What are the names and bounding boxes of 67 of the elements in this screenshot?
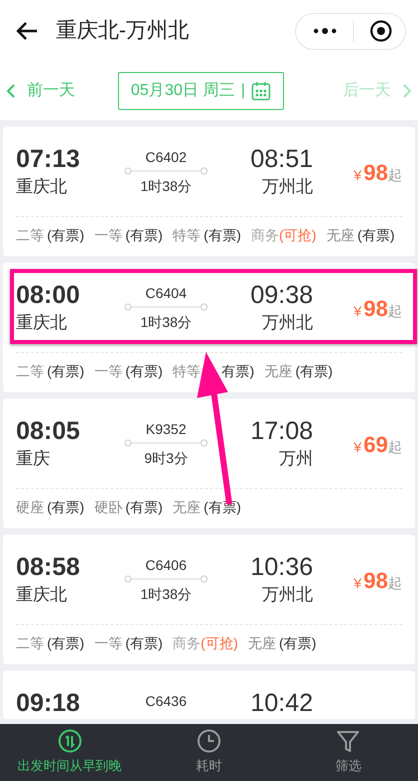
- train-card[interactable]: 08:58 重庆北 C6406 1时38分 10:36 万州北 ¥98起 二等 (有票) 一等 (有票) 商务(可抢) 无座 (有票): [3, 535, 415, 664]
- ticket-price: ¥98起: [354, 159, 402, 184]
- route-line-icon: [124, 575, 208, 583]
- arrival-time: 09:38: [250, 280, 313, 310]
- route-line-icon: [124, 303, 208, 311]
- seat-availability: 特等 (有票): [172, 226, 241, 245]
- sort-tab[interactable]: 耗时: [139, 724, 279, 781]
- departure-time: 08:05: [16, 416, 81, 446]
- route-line-icon: [124, 439, 208, 447]
- departure-time: 07:13: [16, 144, 81, 174]
- arrival-station: 万州北: [262, 176, 313, 198]
- arrival-time: 10:36: [250, 552, 313, 582]
- arrival-time: 10:42: [250, 688, 313, 718]
- back-arrow-icon[interactable]: [16, 21, 38, 41]
- seat-availability: 无座 (有票): [326, 226, 395, 245]
- trip-duration: 1时38分: [140, 585, 192, 604]
- departure-station: 重庆北: [16, 312, 68, 334]
- clock-icon: [196, 729, 221, 754]
- seat-availability: 无座 (有票): [248, 634, 316, 653]
- train-number: C6402: [145, 148, 187, 167]
- departure-station: 重庆北: [16, 176, 68, 198]
- departure-station: 重庆: [16, 448, 51, 470]
- chevron-left-icon: [6, 84, 15, 98]
- sort-icon: [58, 729, 82, 754]
- train-card[interactable]: 07:13 重庆北 C6402 1时38分 08:51 万州北 ¥98起 二等 (有票) 一等 (有票) 特等 (有票) 商务(可抢) 无座 (有票): [3, 127, 415, 256]
- train-number: K9352: [146, 420, 186, 439]
- sort-tab[interactable]: 出发时间从早到晚: [0, 724, 140, 781]
- route-line-icon: [124, 167, 208, 175]
- departure-station: 重庆北: [16, 584, 68, 606]
- filter-icon: [336, 729, 360, 754]
- more-icon[interactable]: [313, 27, 337, 35]
- arrival-time: 08:51: [250, 144, 313, 174]
- seat-availability: 硬卧 (有票): [94, 498, 163, 517]
- departure-time: 09:18: [16, 688, 81, 718]
- ticket-price: ¥98起: [354, 295, 402, 320]
- seat-availability: 二等 (有票): [16, 634, 84, 653]
- seat-availability: 硬座 (有票): [16, 498, 84, 517]
- trip-duration: 1时38分: [140, 177, 192, 196]
- seat-availability: 一等 (有票): [94, 634, 163, 653]
- departure-time: 08:58: [16, 552, 81, 582]
- train-card[interactable]: 08:00 重庆北 C6404 1时38分 09:38 万州北 ¥98起 二等 (有票) 一等 (有票) 特等 有票) 无座 (有票): [3, 263, 415, 392]
- train-card[interactable]: 09:18 C6436 10:42: [3, 671, 415, 719]
- ticket-price: ¥69起: [354, 431, 402, 456]
- sort-tab[interactable]: 筛选: [278, 724, 418, 781]
- train-number: C6404: [145, 284, 187, 303]
- arrival-station: 万州: [279, 448, 313, 470]
- calendar-icon: [251, 81, 272, 101]
- departure-time: 08:00: [16, 280, 81, 310]
- trip-duration: 1时38分: [140, 313, 192, 332]
- arrival-station: 万州北: [262, 584, 313, 606]
- close-target-icon[interactable]: [370, 20, 392, 42]
- seat-availability: 商务(可抢): [250, 226, 316, 245]
- train-number: C6436: [145, 692, 187, 711]
- ticket-price: ¥98起: [354, 567, 402, 592]
- arrival-station: 万州北: [262, 312, 313, 334]
- seat-availability: 一等 (有票): [94, 226, 163, 245]
- seat-availability: 二等 (有票): [16, 362, 84, 381]
- seat-availability: 无座 (有票): [264, 362, 333, 381]
- arrival-time: 17:08: [250, 416, 313, 446]
- seat-availability: 一等 (有票): [94, 362, 163, 381]
- seat-availability: 特等 有票): [172, 362, 254, 381]
- seat-availability: 商务(可抢): [172, 634, 238, 653]
- chevron-right-icon: [403, 84, 412, 98]
- train-number: C6406: [145, 556, 187, 575]
- seat-availability: 二等 (有票): [16, 226, 84, 245]
- trip-duration: 9时3分: [144, 449, 188, 468]
- page-title: 重庆北-万州北: [56, 18, 189, 44]
